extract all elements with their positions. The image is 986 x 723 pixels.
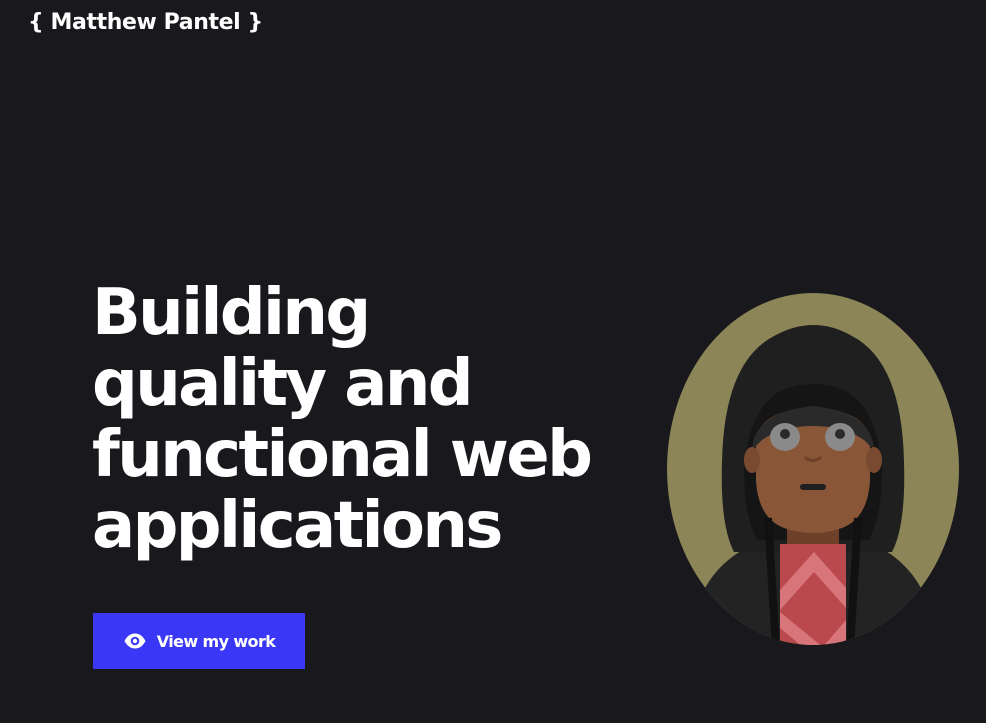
- hero-title-line: Building: [92, 276, 371, 350]
- cta-label: View my work: [156, 631, 276, 651]
- site-logo[interactable]: { Matthew Pantel }: [28, 6, 263, 40]
- hero-title: Building quality and functional web appl…: [92, 278, 662, 562]
- hero-title-line: functional web: [92, 418, 593, 492]
- avatar-illustration: [667, 293, 959, 645]
- hero-title-line: applications: [92, 489, 503, 563]
- view-my-work-button[interactable]: View my work: [93, 613, 305, 669]
- eye-icon: [123, 629, 147, 653]
- hero-title-line: quality and: [92, 347, 474, 421]
